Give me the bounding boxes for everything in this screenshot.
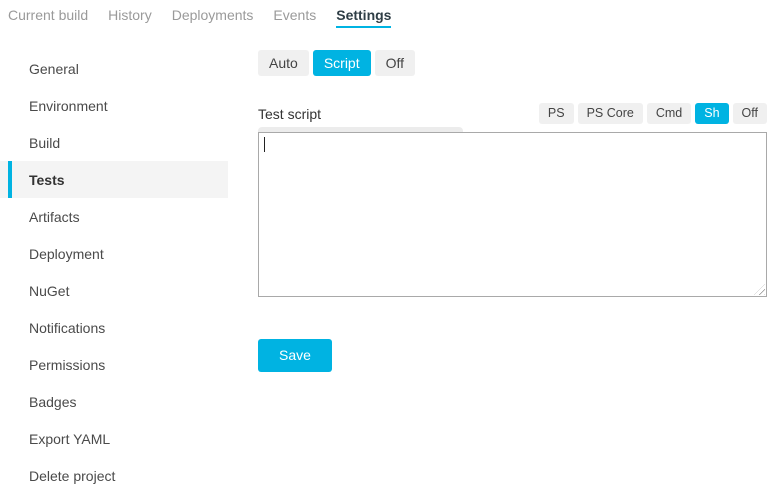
textarea-top-shadow	[258, 127, 463, 132]
sidebar-item-deployment[interactable]: Deployment	[0, 235, 228, 272]
mode-auto-button[interactable]: Auto	[258, 50, 309, 76]
sidebar-item-export-yaml[interactable]: Export YAML	[0, 420, 228, 457]
lang-cmd-button[interactable]: Cmd	[647, 103, 691, 124]
test-script-header: Test script PS PS Core Cmd Sh Off	[258, 103, 767, 124]
tab-deployments[interactable]: Deployments	[172, 7, 254, 28]
lang-ps-core-button[interactable]: PS Core	[578, 103, 643, 124]
sidebar-item-general[interactable]: General	[0, 50, 228, 87]
mode-off-button[interactable]: Off	[375, 50, 415, 76]
sidebar-item-delete-project[interactable]: Delete project	[0, 457, 228, 494]
sidebar-item-environment[interactable]: Environment	[0, 87, 228, 124]
sidebar-item-label: Tests	[29, 172, 65, 188]
sidebar-item-notifications[interactable]: Notifications	[0, 309, 228, 346]
tab-events[interactable]: Events	[273, 7, 316, 28]
test-script-editor	[258, 132, 767, 297]
sidebar-item-artifacts[interactable]: Artifacts	[0, 198, 228, 235]
mode-script-button[interactable]: Script	[313, 50, 371, 76]
settings-sidebar: General Environment Build Tests Artifact…	[0, 50, 228, 494]
sidebar-item-permissions[interactable]: Permissions	[0, 346, 228, 383]
lang-ps-button[interactable]: PS	[539, 103, 574, 124]
tab-settings[interactable]: Settings	[336, 7, 391, 28]
lang-sh-button[interactable]: Sh	[695, 103, 728, 124]
save-row: Save	[258, 339, 767, 372]
save-button[interactable]: Save	[258, 339, 332, 372]
test-mode-toggle: Auto Script Off	[258, 50, 767, 76]
tests-settings-panel: Auto Script Off Test script PS PS Core C…	[258, 50, 767, 372]
tab-current-build[interactable]: Current build	[8, 7, 88, 28]
sidebar-item-build[interactable]: Build	[0, 124, 228, 161]
lang-off-button[interactable]: Off	[733, 103, 767, 124]
sidebar-item-nuget[interactable]: NuGet	[0, 272, 228, 309]
sidebar-item-badges[interactable]: Badges	[0, 383, 228, 420]
text-caret	[264, 137, 265, 152]
sidebar-item-tests[interactable]: Tests	[0, 161, 228, 198]
top-nav: Current build History Deployments Events…	[8, 0, 391, 28]
tab-history[interactable]: History	[108, 7, 152, 28]
test-script-input[interactable]	[258, 132, 767, 297]
selected-accent-bar	[8, 161, 12, 198]
test-script-label: Test script	[258, 106, 321, 122]
script-language-toggle: PS PS Core Cmd Sh Off	[539, 103, 767, 124]
